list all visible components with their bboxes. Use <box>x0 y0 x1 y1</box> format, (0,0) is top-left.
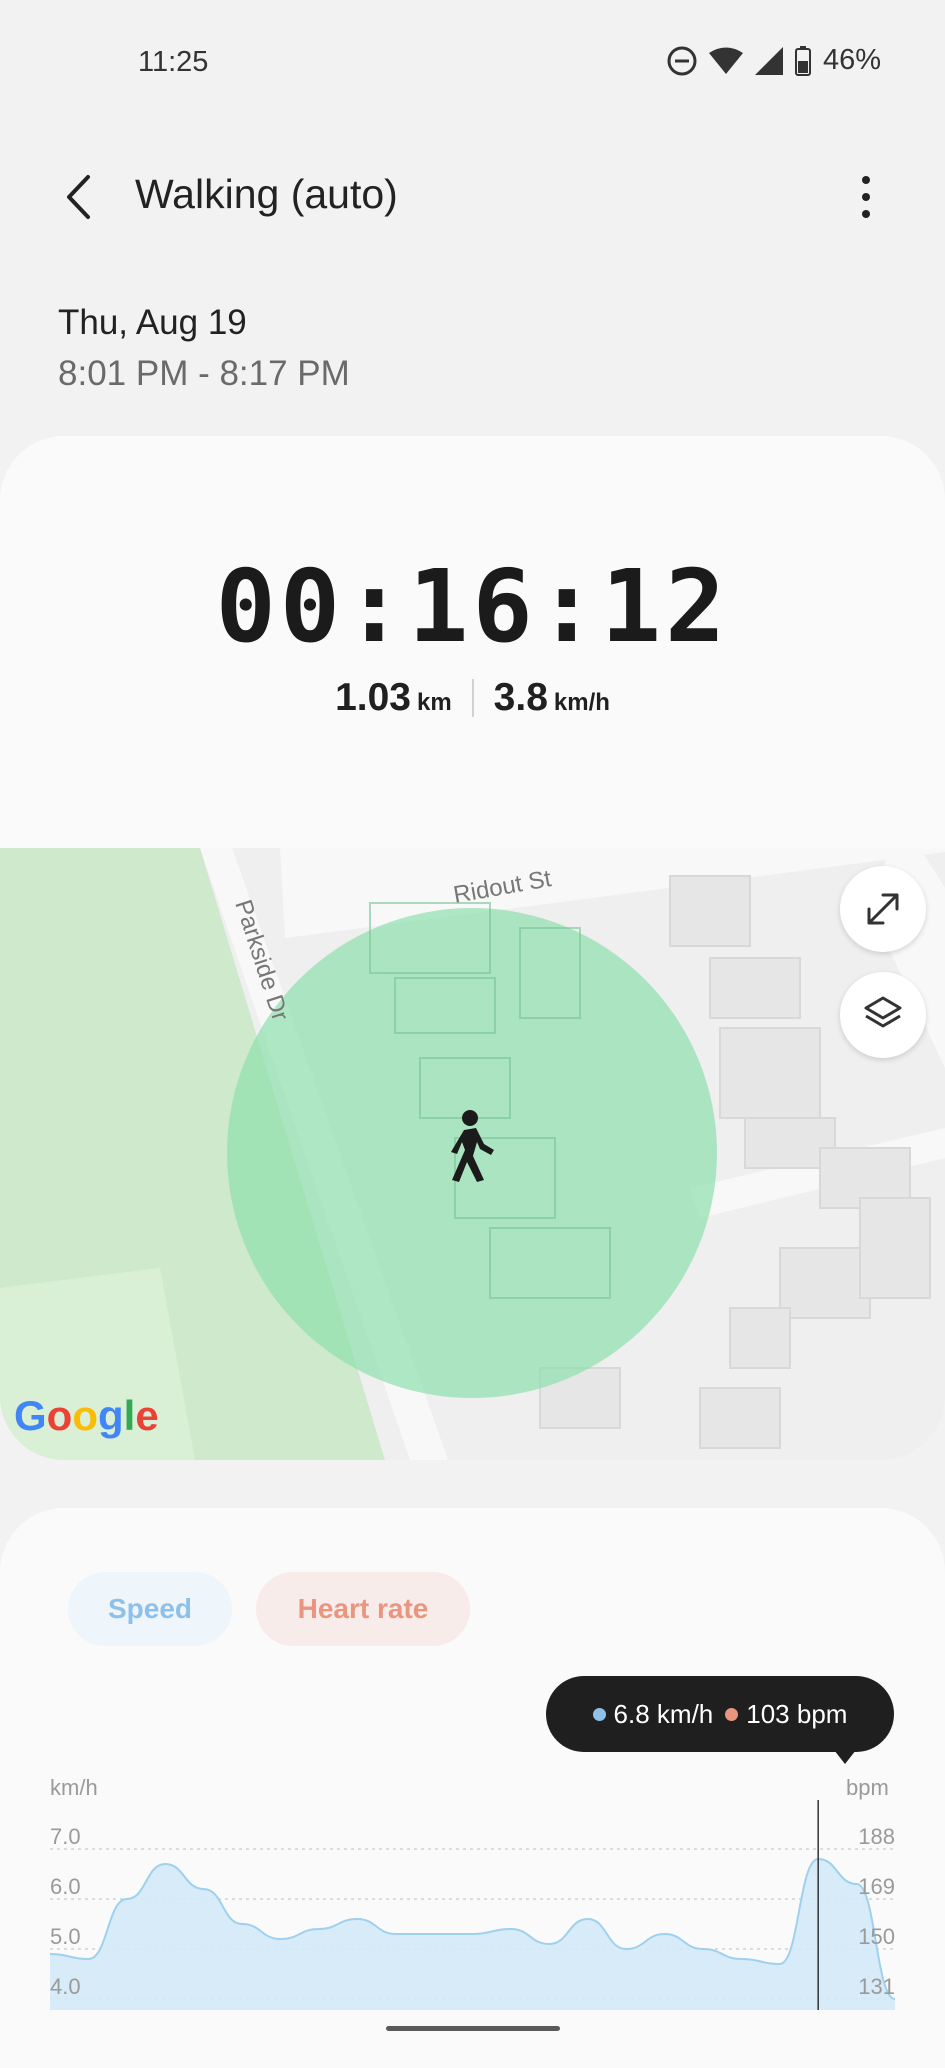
status-icons: 46% <box>667 44 881 77</box>
left-tick-label: 7.0 <box>50 1824 81 1849</box>
stats-divider <box>471 679 474 717</box>
tab-speed[interactable]: Speed <box>68 1572 232 1646</box>
heart-rate-dot-icon <box>725 1707 739 1721</box>
left-tick-label: 6.0 <box>50 1874 81 1899</box>
tooltip-pointer <box>834 1750 856 1764</box>
more-dot-icon <box>862 193 870 201</box>
wifi-icon <box>708 47 743 74</box>
map-canvas: Ridout St Parkside Dr <box>0 848 945 1460</box>
tooltip-heart-rate: 103 bpm <box>746 1698 848 1729</box>
distance-value: 1.03 <box>335 676 411 719</box>
left-tick-label: 5.0 <box>50 1924 81 1949</box>
back-arrow-icon <box>67 175 90 219</box>
more-options-button[interactable] <box>842 160 890 234</box>
tab-heart-rate[interactable]: Heart rate <box>256 1572 470 1646</box>
chart-tooltip: 6.8 km/h 103 bpm <box>546 1676 894 1752</box>
battery-percent: 46% <box>822 44 881 76</box>
status-time: 11:25 <box>138 46 209 78</box>
map-layers-button[interactable] <box>840 972 926 1058</box>
right-tick-label: 131 <box>858 1974 895 1999</box>
right-tick-label: 150 <box>858 1924 895 1949</box>
left-axis-label: km/h <box>50 1775 98 1800</box>
do-not-disturb-icon <box>667 46 697 75</box>
page-title: Walking (auto) <box>135 171 398 217</box>
right-axis-label: bpm <box>846 1775 889 1800</box>
session-time-range: 8:01 PM - 8:17 PM <box>58 354 350 393</box>
google-logo: Google <box>14 1392 159 1439</box>
session-date: Thu, Aug 19 <box>58 303 247 342</box>
tooltip-speed: 6.8 km/h <box>613 1698 714 1729</box>
right-tick-label: 188 <box>858 1824 895 1849</box>
battery-icon <box>794 45 811 76</box>
layers-icon <box>864 996 902 1028</box>
more-dot-icon <box>862 176 870 184</box>
speed-value: 3.8 <box>493 676 548 719</box>
expand-map-button[interactable] <box>840 866 926 952</box>
route-map[interactable]: Ridout St Parkside Dr <box>0 848 945 1460</box>
back-button[interactable] <box>48 160 108 234</box>
home-indicator <box>386 2026 560 2031</box>
right-tick-label: 169 <box>858 1874 895 1899</box>
speed-dot-icon <box>592 1707 606 1721</box>
duration-value: 00:16:12 <box>215 548 730 665</box>
cell-signal-icon <box>754 46 783 75</box>
speed-unit: km/h <box>553 689 610 716</box>
left-tick-label: 4.0 <box>50 1974 81 1999</box>
summary-stats: 1.03 km 3.8 km/h <box>0 676 945 720</box>
expand-icon <box>867 893 899 925</box>
distance-unit: km <box>416 689 452 716</box>
speed-chart[interactable]: 7.0 6.0 5.0 4.0 188 169 150 131 <box>0 1800 945 2010</box>
more-dot-icon <box>862 210 870 218</box>
